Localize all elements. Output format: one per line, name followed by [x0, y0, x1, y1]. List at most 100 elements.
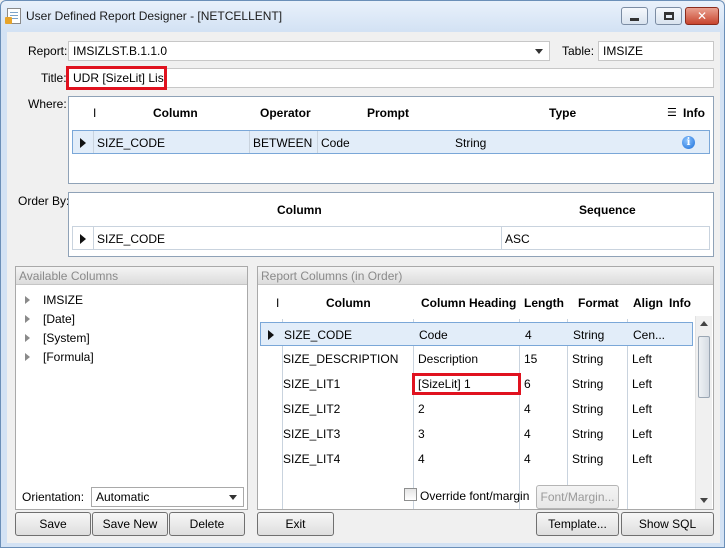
- where-header-indicator: I: [93, 106, 97, 120]
- title-bar[interactable]: User Defined Report Designer - [NETCELLE…: [1, 1, 724, 31]
- info-icon[interactable]: i: [682, 136, 695, 149]
- window-title: User Defined Report Designer - [NETCELLE…: [26, 9, 283, 23]
- minimize-icon: [630, 17, 639, 21]
- override-checkbox[interactable]: [404, 488, 417, 501]
- client-area: Report: IMSIZLST.B.1.1.0 Table: IMSIZE T…: [7, 32, 720, 543]
- report-dropdown[interactable]: IMSIZLST.B.1.1.0: [68, 41, 550, 61]
- tree-item-label: IMSIZE: [43, 293, 84, 307]
- divider: [93, 227, 94, 249]
- rc-row-column: SIZE_DESCRIPTION: [283, 352, 399, 366]
- rc-row[interactable]: SIZE_LIT2 2 4 String Left: [260, 397, 693, 421]
- tree-expand-icon[interactable]: [25, 334, 30, 342]
- rc-row-align: Cen...: [633, 328, 666, 342]
- table-field[interactable]: IMSIZE: [598, 41, 714, 61]
- order-by-row[interactable]: SIZE_CODE ASC: [72, 226, 710, 250]
- report-columns-header: I Column Column Heading Length Format Al…: [258, 287, 713, 315]
- rc-row-column: SIZE_LIT2: [283, 402, 341, 416]
- rc-row-align: Left: [632, 352, 653, 366]
- report-value: IMSIZLST.B.1.1.0: [73, 44, 168, 58]
- scroll-up-icon[interactable]: [700, 321, 708, 326]
- available-columns-title: Available Columns: [16, 267, 247, 285]
- order-by-grid[interactable]: Column Sequence SIZE_CODE ASC: [68, 192, 714, 257]
- report-columns-title: Report Columns (in Order): [258, 267, 713, 285]
- chevron-down-icon: [535, 49, 543, 54]
- save-new-button[interactable]: Save New: [92, 512, 168, 536]
- divider: [249, 131, 250, 153]
- rc-row-length: 4: [524, 452, 531, 466]
- orientation-dropdown[interactable]: Automatic: [91, 487, 244, 507]
- heading-highlight: [412, 373, 521, 395]
- where-header-type: Type: [549, 106, 577, 120]
- rc-row-length: 4: [525, 328, 532, 342]
- rc-row-column: SIZE_CODE: [284, 328, 353, 342]
- rc-row-align: Left: [632, 402, 653, 416]
- report-columns-panel: Report Columns (in Order) I Column Colum…: [257, 266, 714, 510]
- rc-row[interactable]: SIZE_LIT3 3 4 String Left: [260, 422, 693, 446]
- rc-row-length: 4: [524, 427, 531, 441]
- where-grid-header: I Column Operator Prompt Type ☰ Info: [69, 97, 713, 127]
- table-value: IMSIZE: [603, 44, 644, 58]
- title-highlight: [66, 66, 167, 90]
- rc-row[interactable]: SIZE_CODE Code 4 String Cen...: [260, 322, 693, 346]
- exit-button[interactable]: Exit: [257, 512, 334, 536]
- minimize-button[interactable]: [621, 7, 648, 25]
- rc-header-heading: Column Heading: [421, 296, 517, 310]
- where-label: Where:: [28, 97, 67, 111]
- rc-row-length: 15: [524, 352, 538, 366]
- where-grid[interactable]: I Column Operator Prompt Type ☰ Info SIZ…: [68, 96, 714, 184]
- chevron-down-icon: [229, 495, 237, 500]
- rc-row-format: String: [572, 452, 604, 466]
- maximize-icon: [663, 12, 674, 20]
- close-button[interactable]: ✕: [685, 7, 719, 25]
- scroll-thumb[interactable]: [698, 336, 710, 398]
- tree-expand-icon[interactable]: [25, 315, 30, 323]
- font-margin-button[interactable]: Font/Margin...: [536, 485, 619, 509]
- order-by-row-column: SIZE_CODE: [97, 232, 166, 246]
- rc-row-column: SIZE_LIT4: [283, 452, 341, 466]
- rc-row-align: Left: [632, 377, 653, 391]
- rc-row-align: Left: [632, 427, 653, 441]
- maximize-button[interactable]: [655, 7, 682, 25]
- where-header-prompt: Prompt: [367, 106, 409, 120]
- rc-header-column: Column: [326, 296, 371, 310]
- rc-row-format: String: [573, 328, 605, 342]
- tree-item-label: [Date]: [43, 312, 76, 326]
- save-button[interactable]: Save: [15, 512, 91, 536]
- where-row[interactable]: SIZE_CODE BETWEEN Code String i: [72, 130, 710, 154]
- tree-expand-icon[interactable]: [25, 296, 30, 304]
- where-row-column: SIZE_CODE: [97, 136, 166, 150]
- where-header-operator: Operator: [260, 106, 311, 120]
- where-row-type: String: [455, 136, 487, 150]
- close-icon: ✕: [696, 9, 708, 23]
- delete-button[interactable]: Delete: [169, 512, 245, 536]
- rc-header-format: Format: [578, 296, 619, 310]
- orientation-value: Automatic: [96, 490, 150, 504]
- report-columns-scrollbar[interactable]: [695, 316, 712, 509]
- orientation-label: Orientation:: [22, 490, 85, 504]
- rc-row[interactable]: SIZE_LIT4 4 4 String Left: [260, 447, 693, 471]
- template-button[interactable]: Template...: [536, 512, 619, 536]
- rc-row[interactable]: SIZE_DESCRIPTION Description 15 String L…: [260, 347, 693, 371]
- order-by-grid-header: Column Sequence: [69, 193, 713, 223]
- app-icon: [5, 8, 21, 24]
- order-by-header-sequence: Sequence: [579, 203, 636, 217]
- rc-row-column: SIZE_LIT3: [283, 427, 341, 441]
- order-by-row-sequence: ASC: [505, 232, 530, 246]
- row-selector-icon: [80, 234, 86, 244]
- rc-header-indicator: I: [276, 296, 280, 310]
- show-sql-button[interactable]: Show SQL: [621, 512, 714, 536]
- where-row-operator: BETWEEN: [253, 136, 313, 150]
- rc-row-length: 4: [524, 402, 531, 416]
- row-selector-icon: [80, 138, 86, 148]
- row-selector-icon: [268, 330, 274, 340]
- rc-row-align: Left: [632, 452, 653, 466]
- rc-row-format: String: [572, 402, 604, 416]
- divider: [501, 227, 502, 249]
- scroll-down-icon[interactable]: [700, 498, 708, 503]
- rc-row-length: 6: [524, 377, 531, 391]
- where-header-info-icon: ☰: [667, 107, 677, 119]
- rc-row-format: String: [572, 377, 604, 391]
- tree-item-label: [System]: [43, 331, 90, 345]
- tree-expand-icon[interactable]: [25, 353, 30, 361]
- order-by-header-column: Column: [277, 203, 322, 217]
